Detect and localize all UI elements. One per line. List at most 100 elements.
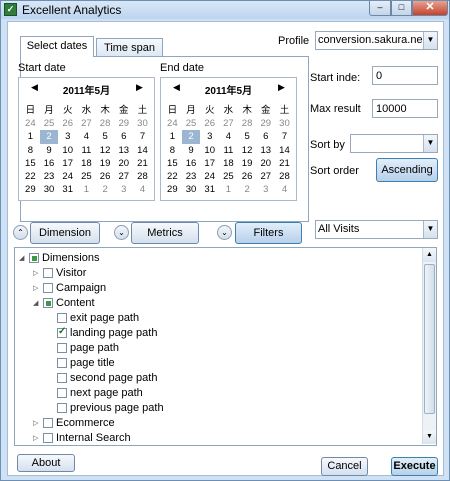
calendar-day[interactable]: 3 <box>58 130 77 143</box>
calendar-day[interactable]: 3 <box>114 183 133 196</box>
about-button[interactable]: About <box>17 454 75 472</box>
calendar-day[interactable]: 11 <box>219 144 238 157</box>
tree-checkbox[interactable] <box>43 418 53 429</box>
execute-button[interactable]: Execute <box>391 457 438 476</box>
calendar-day[interactable]: 8 <box>21 144 40 157</box>
calendar-day[interactable]: 20 <box>256 157 275 170</box>
calendar-day[interactable]: 24 <box>163 117 182 130</box>
collapsed-arrow-icon[interactable]: ▷ <box>33 434 43 442</box>
calendar-day[interactable]: 2 <box>39 130 59 144</box>
tree-checkbox[interactable] <box>43 268 53 279</box>
calendar-day[interactable]: 5 <box>96 130 115 143</box>
calendar-day[interactable]: 25 <box>219 170 238 183</box>
calendar-day[interactable]: 5 <box>238 130 257 143</box>
tree-checkbox[interactable] <box>29 253 39 264</box>
calendar-day[interactable]: 6 <box>114 130 133 143</box>
tree-checkbox[interactable] <box>43 283 53 294</box>
calendar-day[interactable]: 30 <box>182 183 201 196</box>
tree-checkbox[interactable] <box>57 403 67 414</box>
calendar-day[interactable]: 27 <box>114 170 133 183</box>
calendar-day[interactable]: 8 <box>163 144 182 157</box>
profile-select[interactable]: conversion.sakura.ne.jp ▼ <box>315 31 438 50</box>
tree-item[interactable]: page path <box>47 342 119 357</box>
sort-by-select[interactable]: ▼ <box>350 134 438 153</box>
calendar-day[interactable]: 25 <box>40 117 59 130</box>
calendar-day[interactable]: 11 <box>77 144 96 157</box>
chevron-down-icon[interactable]: ▼ <box>423 135 437 152</box>
collapse-metrics-icon[interactable]: ⌄ <box>114 225 129 240</box>
calendar-day[interactable]: 19 <box>96 157 115 170</box>
calendar-day[interactable]: 25 <box>182 117 201 130</box>
expanded-arrow-icon[interactable]: ◢ <box>33 299 43 307</box>
calendar-day[interactable]: 17 <box>200 157 219 170</box>
calendar-day[interactable]: 28 <box>133 170 152 183</box>
calendar-day[interactable]: 24 <box>200 170 219 183</box>
calendar-day[interactable]: 18 <box>77 157 96 170</box>
tab-time-span[interactable]: Time span <box>96 38 163 57</box>
dimension-button[interactable]: Dimension <box>30 222 100 244</box>
calendar-day[interactable]: 16 <box>182 157 201 170</box>
tree-item[interactable]: exit page path <box>47 312 139 327</box>
tree-item[interactable]: page title <box>47 357 115 372</box>
filters-button[interactable]: Filters <box>235 222 302 244</box>
tree-item[interactable]: landing page path <box>47 326 157 342</box>
expand-dimension-icon[interactable]: ⌃ <box>13 225 28 240</box>
tree-checkbox[interactable] <box>57 373 67 384</box>
calendar-day[interactable]: 14 <box>275 144 294 157</box>
calendar-day[interactable]: 24 <box>21 117 40 130</box>
calendar-day[interactable]: 29 <box>114 117 133 130</box>
calendar-day[interactable]: 26 <box>238 170 257 183</box>
calendar-day[interactable]: 2 <box>181 130 201 144</box>
calendar-day[interactable]: 19 <box>238 157 257 170</box>
calendar-day[interactable]: 15 <box>21 157 40 170</box>
calendar-day[interactable]: 22 <box>21 170 40 183</box>
calendar-day[interactable]: 26 <box>96 170 115 183</box>
collapsed-arrow-icon[interactable]: ▷ <box>33 284 43 292</box>
calendar-day[interactable]: 28 <box>96 117 115 130</box>
calendar-day[interactable]: 6 <box>256 130 275 143</box>
calendar-day[interactable]: 7 <box>133 130 152 143</box>
title-bar[interactable]: ✓ Excellent Analytics ‒ □ ✕ <box>1 1 449 19</box>
calendar-day[interactable]: 1 <box>163 130 182 143</box>
calendar-day[interactable]: 30 <box>133 117 152 130</box>
tree-checkbox[interactable] <box>57 358 67 369</box>
tree-item[interactable]: ▷ Ecommerce <box>33 417 115 432</box>
scroll-up-icon[interactable]: ▲ <box>423 248 436 262</box>
calendar-day[interactable]: 2 <box>238 183 257 196</box>
calendar-day[interactable]: 13 <box>114 144 133 157</box>
collapsed-arrow-icon[interactable]: ▷ <box>33 269 43 277</box>
calendar-day[interactable]: 4 <box>275 183 294 196</box>
calendar-day[interactable]: 20 <box>114 157 133 170</box>
calendar-day[interactable]: 28 <box>238 117 257 130</box>
scroll-down-icon[interactable]: ▼ <box>423 430 436 444</box>
calendar-day[interactable]: 30 <box>40 183 59 196</box>
chevron-down-icon[interactable]: ▼ <box>423 32 437 49</box>
metrics-button[interactable]: Metrics <box>131 222 199 244</box>
calendar-day[interactable]: 9 <box>182 144 201 157</box>
calendar-day[interactable]: 23 <box>40 170 59 183</box>
calendar-day[interactable]: 12 <box>238 144 257 157</box>
calendar-day[interactable]: 23 <box>182 170 201 183</box>
calendar-day[interactable]: 10 <box>58 144 77 157</box>
tree-checkbox[interactable] <box>57 313 67 324</box>
calendar-day[interactable]: 14 <box>133 144 152 157</box>
sort-order-button[interactable]: Ascending <box>376 158 438 182</box>
minimize-button[interactable]: ‒ <box>369 1 391 16</box>
calendar-day[interactable]: 17 <box>58 157 77 170</box>
calendar-day[interactable]: 2 <box>96 183 115 196</box>
close-button[interactable]: ✕ <box>412 1 448 16</box>
tab-select-dates[interactable]: Select dates <box>20 36 94 57</box>
calendar-day[interactable]: 1 <box>77 183 96 196</box>
calendar-day[interactable]: 12 <box>96 144 115 157</box>
tree-item[interactable]: ◢ Content <box>33 297 95 312</box>
tree-item[interactable]: second page path <box>47 372 157 387</box>
max-result-input[interactable]: 10000 <box>372 99 438 118</box>
tree-item[interactable]: next page path <box>47 387 143 402</box>
tree-item[interactable]: ▷ Internal Search <box>33 432 131 447</box>
calendar-day[interactable]: 3 <box>256 183 275 196</box>
tree-checkbox[interactable] <box>57 388 67 399</box>
expanded-arrow-icon[interactable]: ◢ <box>19 254 29 262</box>
next-month-button[interactable]: ▶ <box>136 82 143 93</box>
calendar-day[interactable]: 10 <box>200 144 219 157</box>
calendar-day[interactable]: 4 <box>219 130 238 143</box>
